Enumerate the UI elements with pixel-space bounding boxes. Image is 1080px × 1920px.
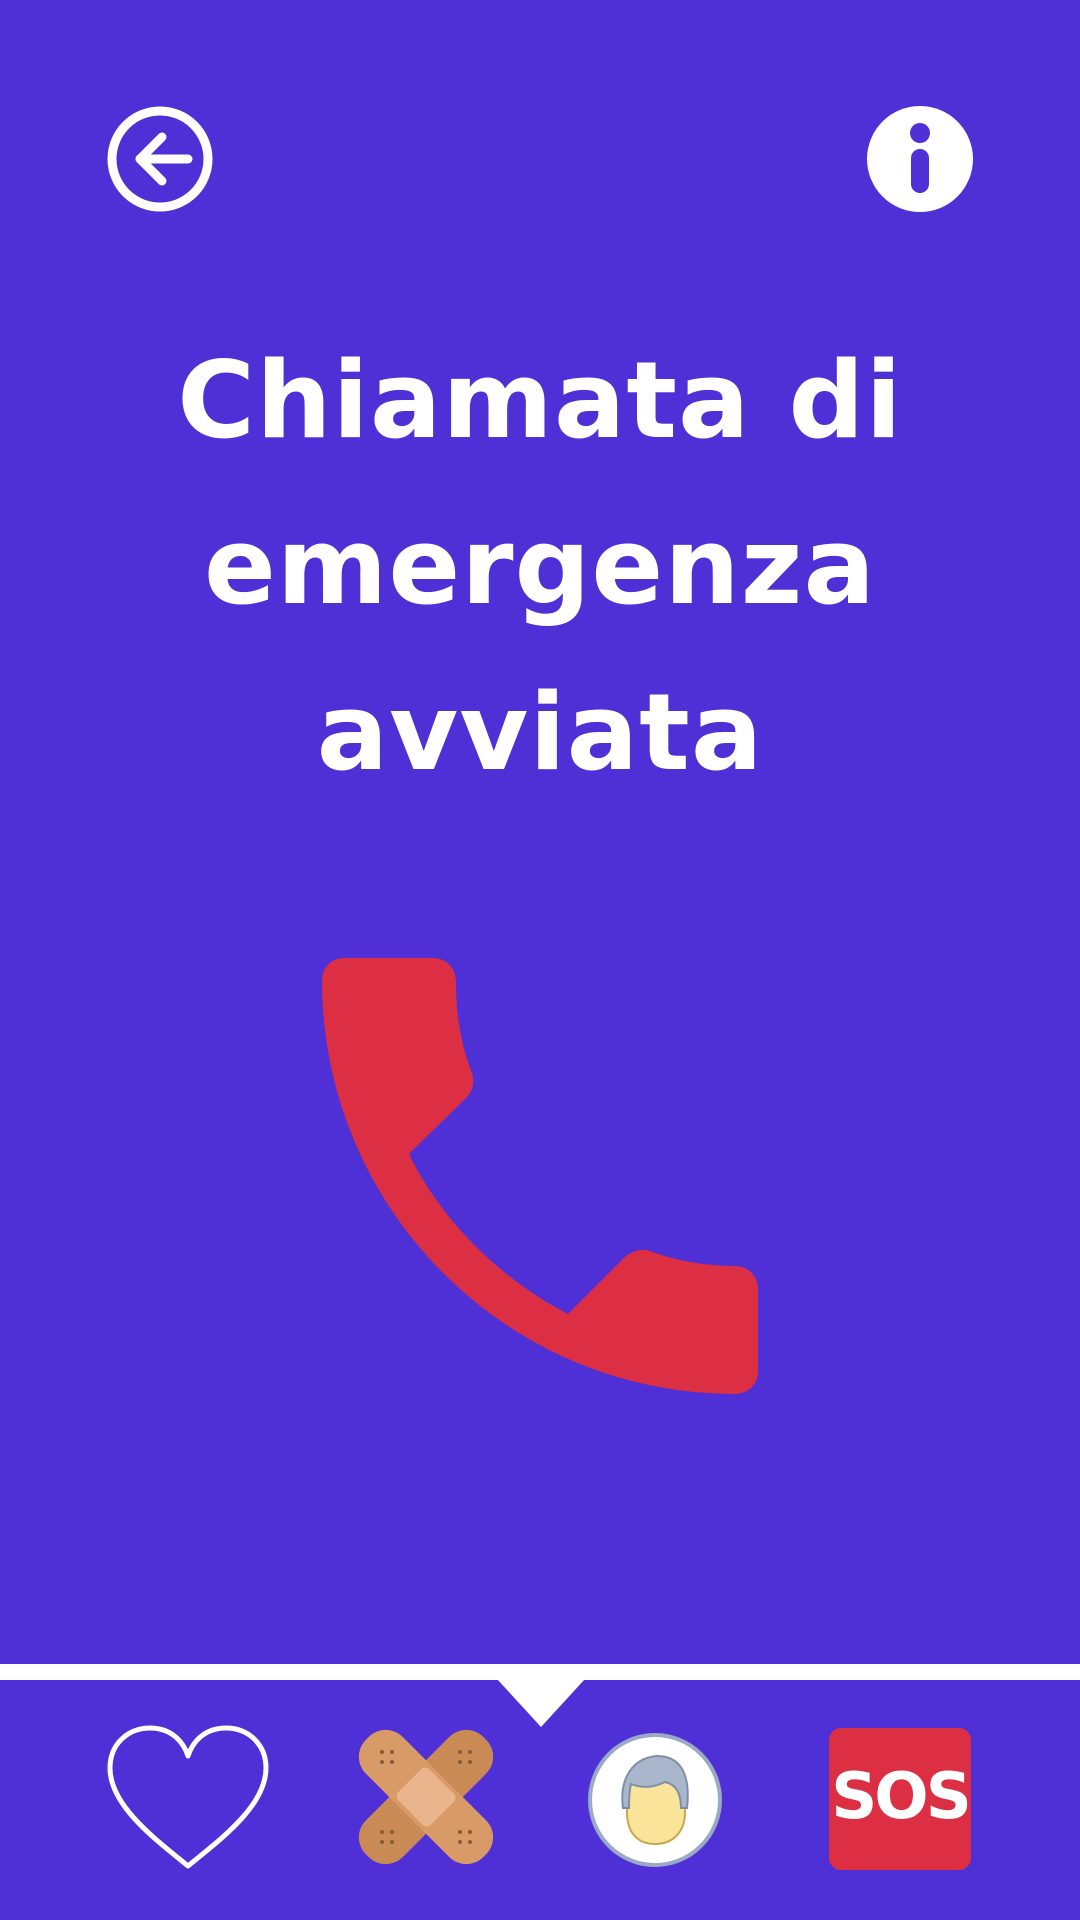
nav-item-first-aid[interactable] bbox=[352, 1722, 500, 1872]
bandage-icon bbox=[358, 1729, 494, 1865]
user-avatar-icon bbox=[588, 1733, 722, 1867]
back-button[interactable] bbox=[106, 105, 214, 213]
emergency-call-screen: Chiamata di emergenza avviata SOS bbox=[0, 0, 1080, 1920]
sos-button[interactable]: SOS bbox=[829, 1728, 972, 1870]
phone-handset-icon bbox=[322, 958, 758, 1394]
sos-label: SOS bbox=[831, 1760, 972, 1834]
active-tab-indicator bbox=[497, 1679, 585, 1727]
heart-outline-icon bbox=[107, 1725, 269, 1869]
nav-item-profile[interactable] bbox=[587, 1732, 723, 1868]
call-status-indicator bbox=[322, 958, 758, 1394]
info-button[interactable] bbox=[866, 105, 974, 213]
bottom-nav-divider bbox=[0, 1664, 1080, 1680]
nav-item-health[interactable] bbox=[104, 1722, 272, 1872]
page-title: Chiamata di emergenza avviata bbox=[177, 339, 903, 794]
info-circle-icon bbox=[867, 106, 973, 212]
arrow-left-circle-icon bbox=[107, 106, 213, 212]
